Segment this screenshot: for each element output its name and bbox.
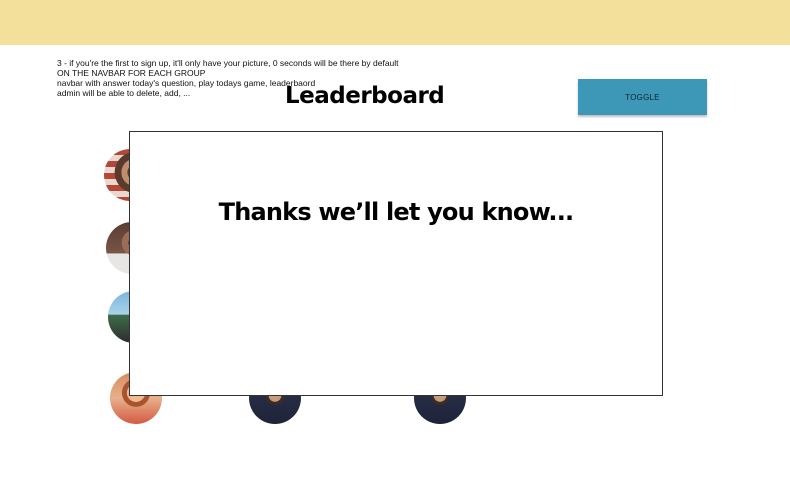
confirmation-modal: Thanks we’ll let you know... — [129, 131, 663, 396]
note-line: 3 - if you're the first to sign up, it'l… — [57, 58, 399, 68]
modal-message: Thanks we’ll let you know... — [218, 198, 575, 226]
note-line: ON THE NAVBAR FOR EACH GROUP — [57, 68, 206, 78]
page-title: Leaderboard — [285, 83, 445, 109]
toggle-button[interactable]: TOGGLE — [578, 79, 707, 115]
top-navbar — [0, 0, 790, 45]
